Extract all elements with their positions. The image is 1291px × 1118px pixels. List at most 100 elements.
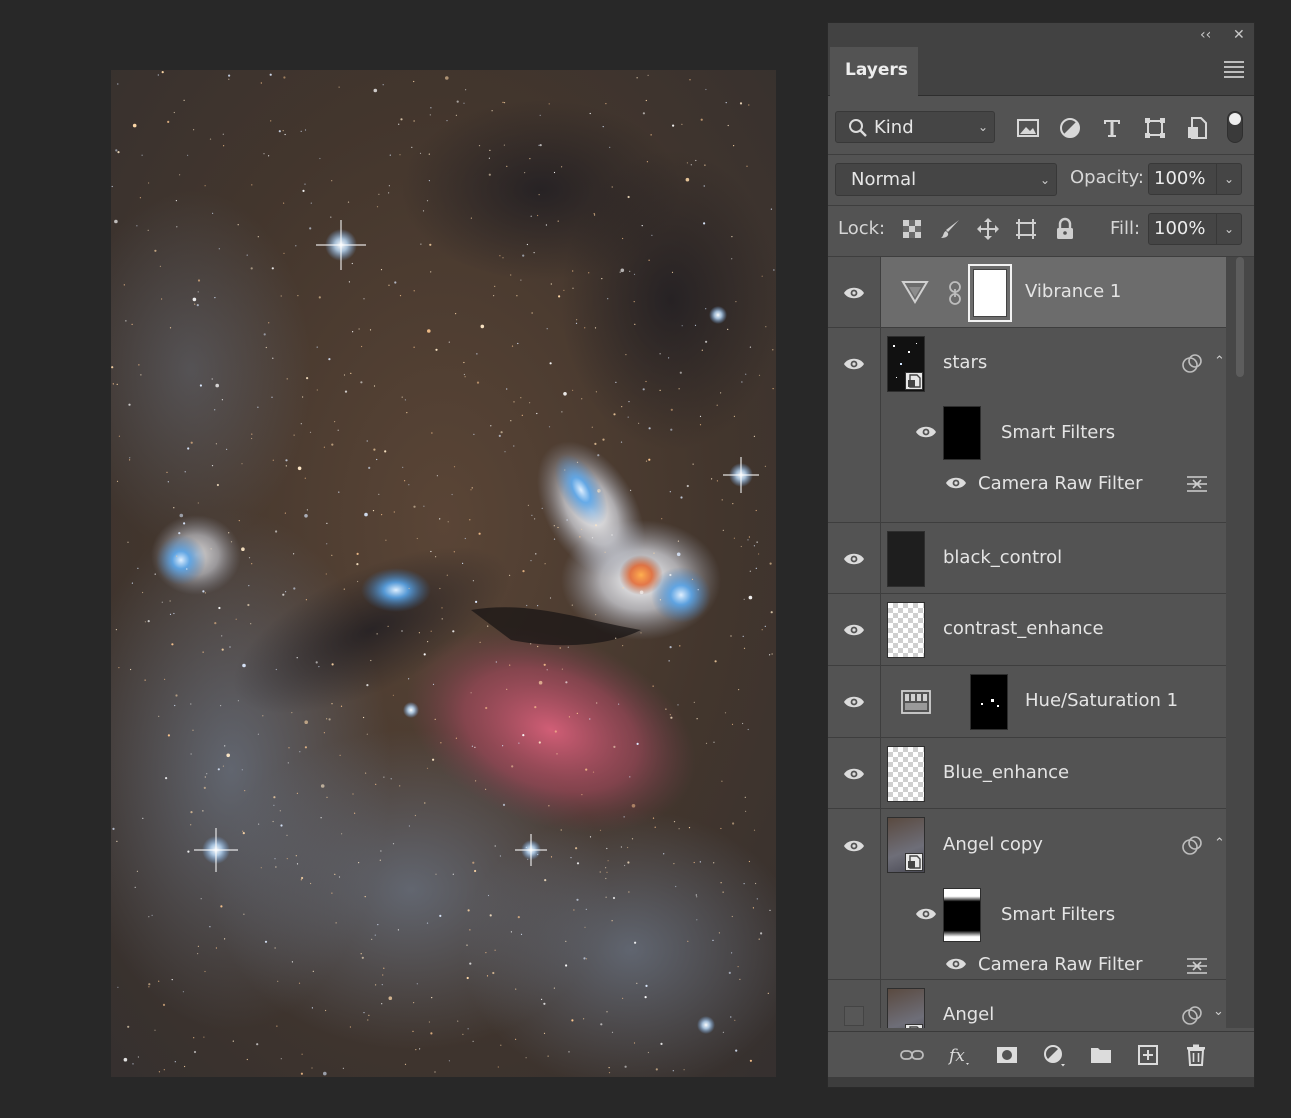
filter-name[interactable]: Camera Raw Filter <box>978 954 1143 975</box>
smart-object-filter-icon[interactable] <box>1184 115 1210 141</box>
opacity-dropdown-icon[interactable]: ⌄ <box>1224 172 1234 186</box>
filter-name[interactable]: Camera Raw Filter <box>978 473 1143 494</box>
eye-icon[interactable] <box>843 839 865 853</box>
layer-thumbnail[interactable] <box>887 531 925 587</box>
document-canvas[interactable] <box>111 70 776 1077</box>
layer-row-stars[interactable]: stars ⌃ Smart Filters Camera Raw Filter <box>828 328 1226 523</box>
layer-body[interactable]: stars ⌃ Smart Filters Camera Raw Filter <box>881 328 1226 523</box>
layer-name[interactable]: Vibrance 1 <box>1025 281 1121 302</box>
new-layer-icon[interactable] <box>1136 1043 1160 1067</box>
smart-filters-label[interactable]: Smart Filters <box>1001 422 1115 443</box>
shape-layer-filter-icon[interactable] <box>1142 115 1168 141</box>
layers-panel: ‹‹ ✕ Layers Kind ⌄ Normal ⌄ Opacity: 100… <box>827 22 1255 1088</box>
layer-body[interactable]: Blue_enhance <box>881 738 1226 809</box>
lock-label: Lock: <box>838 218 886 239</box>
lock-all-icon[interactable] <box>1053 217 1077 241</box>
eye-icon[interactable] <box>945 476 967 490</box>
layer-row-hue-saturation[interactable]: Hue/Saturation 1 <box>828 666 1226 738</box>
smart-filters-label[interactable]: Smart Filters <box>1001 904 1115 925</box>
lock-image-pixels-icon[interactable] <box>939 217 963 241</box>
layer-body[interactable]: Angel ⌄ <box>881 980 1226 1028</box>
layer-name[interactable]: stars <box>943 352 987 373</box>
layer-body[interactable]: black_control <box>881 523 1226 594</box>
lock-transparent-pixels-icon[interactable] <box>900 217 924 241</box>
type-layer-filter-icon[interactable] <box>1099 115 1125 141</box>
layers-scrollbar[interactable] <box>1226 257 1254 1028</box>
layer-row-black-control[interactable]: black_control <box>828 523 1226 594</box>
visibility-column <box>828 257 881 328</box>
collapse-arrow-icon[interactable]: ⌃ <box>1214 836 1225 851</box>
collapse-arrow-icon[interactable]: ⌃ <box>1214 354 1225 369</box>
visibility-column <box>828 738 881 809</box>
filter-toggle-switch[interactable] <box>1227 111 1243 143</box>
blend-mode-select[interactable]: Normal ⌄ <box>835 163 1057 196</box>
layer-body[interactable]: Hue/Saturation 1 <box>881 666 1226 738</box>
layer-row-blue-enhance[interactable]: Blue_enhance <box>828 738 1226 809</box>
panel-resize-grip[interactable] <box>828 1077 1254 1087</box>
layer-name[interactable]: Blue_enhance <box>943 762 1069 783</box>
scrollbar-thumb[interactable] <box>1236 257 1244 377</box>
fx-layer-style-icon[interactable]: fx <box>947 1043 971 1067</box>
opacity-value[interactable]: 100% <box>1154 168 1205 189</box>
add-mask-icon[interactable] <box>995 1043 1019 1067</box>
panel-menu-icon[interactable] <box>1224 61 1244 81</box>
layer-row-contrast-enhance[interactable]: contrast_enhance <box>828 594 1226 666</box>
adjustment-layer-filter-icon[interactable] <box>1057 115 1083 141</box>
fill-dropdown-icon[interactable]: ⌄ <box>1224 222 1234 236</box>
layer-row-vibrance[interactable]: Vibrance 1 <box>828 257 1226 328</box>
eye-icon[interactable] <box>843 695 865 709</box>
layer-row-angel-copy[interactable]: Angel copy ⌃ Smart Filters Camera Raw Fi… <box>828 809 1226 980</box>
layer-row-angel[interactable]: Angel ⌄ <box>828 980 1226 1028</box>
layer-body[interactable]: Vibrance 1 <box>881 257 1226 328</box>
smart-filter-indicator-icon <box>1182 836 1202 855</box>
eye-icon[interactable] <box>945 957 967 971</box>
visibility-column <box>828 809 881 980</box>
layer-thumbnail[interactable] <box>887 746 925 802</box>
layer-thumbnail[interactable] <box>887 988 925 1028</box>
fill-value[interactable]: 100% <box>1154 218 1205 239</box>
fill-field[interactable]: 100% ⌄ <box>1148 213 1242 245</box>
layer-name[interactable]: contrast_enhance <box>943 618 1104 639</box>
lock-position-icon[interactable] <box>976 217 1000 241</box>
panel-titlebar[interactable]: ‹‹ ✕ <box>828 23 1254 47</box>
delete-layer-icon[interactable] <box>1184 1043 1208 1067</box>
visibility-off-box[interactable] <box>844 1006 864 1026</box>
filter-blending-options-icon[interactable] <box>1186 474 1208 494</box>
nebula-image <box>111 70 776 1077</box>
new-group-folder-icon[interactable] <box>1089 1043 1113 1067</box>
smart-object-badge-icon <box>905 372 923 390</box>
layer-name[interactable]: Angel copy <box>943 834 1043 855</box>
new-adjustment-layer-icon[interactable] <box>1042 1043 1066 1067</box>
eye-icon[interactable] <box>843 623 865 637</box>
eye-icon[interactable] <box>915 425 937 439</box>
lock-artboard-icon[interactable] <box>1014 217 1038 241</box>
layer-body[interactable]: Angel copy ⌃ Smart Filters Camera Raw Fi… <box>881 809 1226 980</box>
hue-saturation-icon <box>901 690 931 714</box>
opacity-field[interactable]: 100% ⌄ <box>1148 163 1242 195</box>
filter-blending-options-icon[interactable] <box>1186 956 1208 976</box>
layer-body[interactable]: contrast_enhance <box>881 594 1226 666</box>
close-panel-button[interactable]: ✕ <box>1233 26 1245 44</box>
eye-icon[interactable] <box>915 907 937 921</box>
layer-name[interactable]: Hue/Saturation 1 <box>1025 690 1178 711</box>
tab-layers[interactable]: Layers <box>830 47 918 96</box>
layer-mask-thumbnail[interactable] <box>968 264 1012 322</box>
layer-name[interactable]: black_control <box>943 547 1062 568</box>
link-layers-icon[interactable] <box>900 1043 924 1067</box>
smart-filter-mask-thumbnail[interactable] <box>943 888 981 942</box>
filter-kind-label: Kind <box>874 117 914 138</box>
eye-icon[interactable] <box>843 357 865 371</box>
layer-thumbnail[interactable] <box>887 602 925 658</box>
eye-icon[interactable] <box>843 552 865 566</box>
link-icon[interactable] <box>947 280 963 306</box>
smart-filter-mask-thumbnail[interactable] <box>943 406 981 460</box>
pixel-layer-filter-icon[interactable] <box>1015 115 1041 141</box>
visibility-column <box>828 666 881 738</box>
eye-icon[interactable] <box>843 767 865 781</box>
collapse-panel-button[interactable]: ‹‹ <box>1200 26 1211 44</box>
filter-kind-select[interactable]: Kind ⌄ <box>835 111 995 143</box>
layer-name[interactable]: Angel <box>943 1004 994 1025</box>
layer-mask-thumbnail[interactable] <box>970 674 1008 730</box>
eye-icon[interactable] <box>843 286 865 300</box>
expand-arrow-icon[interactable]: ⌄ <box>1213 1004 1224 1019</box>
